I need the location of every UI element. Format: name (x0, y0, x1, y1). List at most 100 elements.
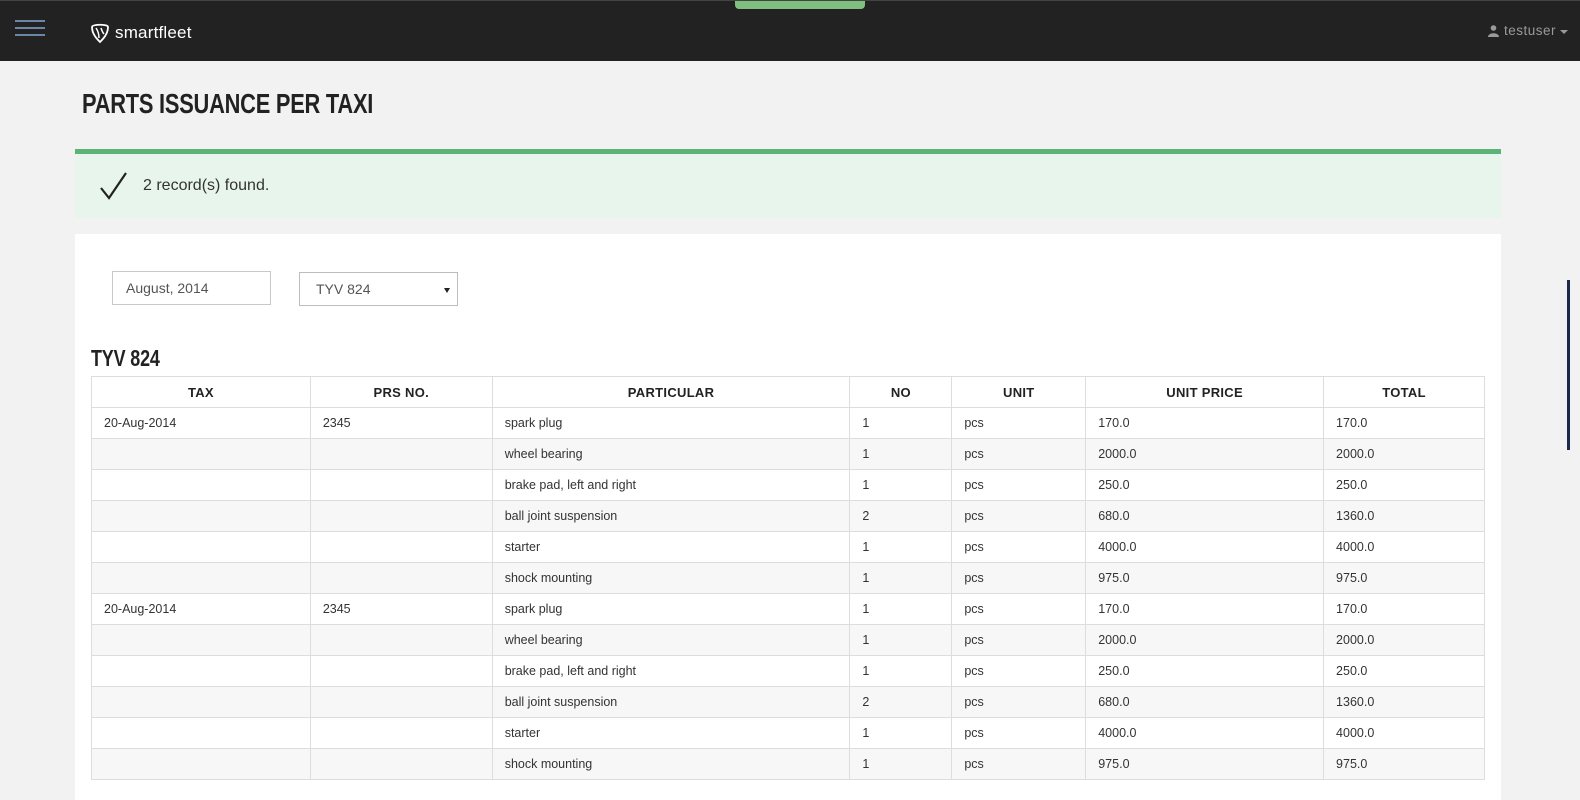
table-row: ball joint suspension 2 pcs 680.0 1360.0 (91, 500, 1485, 532)
table-cell: 975.0 (1323, 748, 1485, 780)
table-header-row: TAX PRS NO. PARTICULAR NO UNIT UNIT PRICE TOTA… (91, 376, 1485, 408)
table-row: wheel bearing 1 pcs 2000.0 2000.0 (91, 624, 1485, 656)
table-cell: 250.0 (1323, 469, 1485, 501)
column-header: UNIT (951, 376, 1087, 408)
table-cell: 1360.0 (1323, 500, 1485, 532)
table-cell: 250.0 (1085, 469, 1325, 501)
table-cell: starter (491, 531, 851, 563)
table-row: shock mounting 1 pcs 975.0 975.0 (91, 562, 1485, 594)
table-cell: 170.0 (1085, 407, 1325, 439)
table-cell: 4000.0 (1323, 717, 1485, 749)
parts-table: TAX PRS NO. PARTICULAR NO UNIT UNIT PRICE TOTA… (91, 376, 1485, 780)
smartfleet-logo-icon (91, 23, 109, 44)
table-cell: pcs (951, 624, 1087, 656)
table-cell: 4000.0 (1323, 531, 1485, 563)
table-cell (309, 500, 493, 532)
table-cell: 680.0 (1085, 500, 1325, 532)
table-cell: shock mounting (491, 562, 851, 594)
table-cell: 1 (849, 407, 953, 439)
table-cell: 1 (849, 655, 953, 687)
brand-name-light: smart (115, 23, 159, 42)
table-cell: 2000.0 (1323, 624, 1485, 656)
month-picker-input[interactable] (112, 271, 271, 305)
table-row: shock mounting 1 pcs 975.0 975.0 (91, 748, 1485, 780)
username-label: testuser (1503, 23, 1556, 38)
table-cell (309, 686, 493, 718)
select-arrow-icon (444, 288, 450, 293)
top-navbar: smartfleet testuser (0, 0, 1580, 61)
scrollbar-indicator[interactable] (1567, 280, 1570, 450)
table-cell (309, 531, 493, 563)
table-cell (309, 624, 493, 656)
table-cell: pcs (951, 469, 1087, 501)
table-cell: 1 (849, 717, 953, 749)
table-cell: 2345 (309, 407, 493, 439)
table-row: wheel bearing 1 pcs 2000.0 2000.0 (91, 438, 1485, 470)
taxi-select[interactable]: TYV 824 (299, 272, 458, 306)
table-cell (309, 717, 493, 749)
alert-message: 2 record(s) found. (143, 177, 270, 194)
column-header: UNIT PRICE (1085, 376, 1325, 408)
table-cell: 975.0 (1085, 748, 1325, 780)
table-cell: 975.0 (1323, 562, 1485, 594)
table-cell: 4000.0 (1085, 531, 1325, 563)
table-cell: 1 (849, 469, 953, 501)
user-icon (1487, 24, 1499, 37)
table-cell: ball joint suspension (491, 500, 851, 532)
table-cell: pcs (951, 562, 1087, 594)
table-cell: wheel bearing (491, 438, 851, 470)
report-panel: TYV 824 TYV 824 TAXPRS NO.PARTICULARNOUN… (75, 234, 1501, 800)
table-cell: shock mounting (491, 748, 851, 780)
column-header: NO (849, 376, 953, 408)
table-row: brake pad, left and right 1 pcs 250.0 250.0 (91, 469, 1485, 501)
table-cell: 1 (849, 748, 953, 780)
table-cell: 2 (849, 500, 953, 532)
checkmark-icon (100, 172, 127, 200)
table-cell: 170.0 (1323, 407, 1485, 439)
table-cell: 2 (849, 686, 953, 718)
table-cell (91, 624, 311, 656)
table-cell (91, 469, 311, 501)
table-cell: spark plug (491, 407, 851, 439)
table-cell (309, 438, 493, 470)
table-cell: 1 (849, 438, 953, 470)
table-cell: pcs (951, 438, 1087, 470)
brand-name-bold: fleet (158, 23, 192, 42)
nav-accent-tab (735, 1, 865, 9)
table-cell (91, 531, 311, 563)
table-cell: pcs (951, 717, 1087, 749)
table-cell (309, 469, 493, 501)
table-cell: spark plug (491, 593, 851, 625)
table-cell: pcs (951, 748, 1087, 780)
table-cell: 170.0 (1085, 593, 1325, 625)
table-cell (91, 500, 311, 532)
table-cell: 1 (849, 593, 953, 625)
table-cell: pcs (951, 593, 1087, 625)
brand-name: smartfleet (115, 23, 192, 43)
table-cell (91, 438, 311, 470)
table-cell: 170.0 (1323, 593, 1485, 625)
table-cell: 1 (849, 624, 953, 656)
table-cell: 20-Aug-2014 (91, 407, 311, 439)
hamburger-menu-icon[interactable] (15, 20, 45, 42)
table-row: 20-Aug-2014 2345 spark plug 1 pcs 170.0 170.0 (91, 593, 1485, 625)
table-cell: starter (491, 717, 851, 749)
page-title: PARTS ISSUANCE PER TAXI (82, 88, 374, 119)
brand-logo[interactable]: smartfleet (89, 21, 192, 45)
table-cell (309, 748, 493, 780)
table-cell (91, 562, 311, 594)
table-cell: pcs (951, 500, 1087, 532)
user-menu-dropdown[interactable]: testuser (1487, 23, 1568, 38)
table-cell: pcs (951, 686, 1087, 718)
table-cell (91, 748, 311, 780)
table-row: 20-Aug-2014 2345 spark plug 1 pcs 170.0 170.0 (91, 407, 1485, 439)
table-cell (309, 655, 493, 687)
table-cell: 2000.0 (1085, 438, 1325, 470)
table-cell: 20-Aug-2014 (91, 593, 311, 625)
table-cell: 1 (849, 562, 953, 594)
table-cell: 250.0 (1323, 655, 1485, 687)
table-cell: 2000.0 (1085, 624, 1325, 656)
table-cell: 680.0 (1085, 686, 1325, 718)
table-cell: ball joint suspension (491, 686, 851, 718)
column-header: TOTAL (1323, 376, 1485, 408)
